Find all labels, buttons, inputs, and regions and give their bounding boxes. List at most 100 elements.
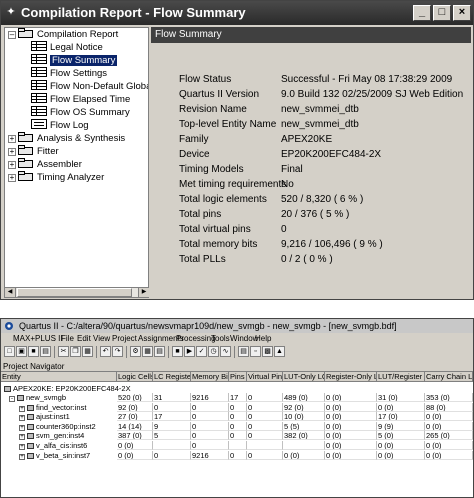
assignment-editor-icon[interactable]: ▤ — [154, 346, 165, 357]
chip-planner-icon[interactable]: ▩ — [262, 346, 273, 357]
table-cell: 382 (0) — [283, 431, 325, 441]
tree-item-label: Assembler — [37, 159, 82, 170]
table-cell: 0 (0) — [325, 421, 377, 431]
column-header-register-only[interactable]: Register-Only LCs — [325, 372, 377, 382]
menu-view[interactable]: View — [93, 333, 110, 345]
table-cell: 0 — [229, 421, 247, 431]
column-header-virtual-pins[interactable]: Virtual Pins — [247, 372, 283, 382]
expand-icon[interactable]: + — [19, 444, 25, 450]
programmer-icon[interactable]: ▲ — [274, 346, 285, 357]
open-file-icon[interactable]: ▣ — [16, 346, 27, 357]
tree-item-fitter[interactable]: Fitter — [18, 145, 59, 158]
table-cell: 92 (0) — [117, 402, 153, 412]
title-bar[interactable]: ✦ Compilation Report - Flow Summary _ □ … — [1, 1, 473, 25]
table-cell: 0 (0) — [325, 450, 377, 460]
analysis-icon[interactable]: ✓ — [196, 346, 207, 357]
compilation-report-window: ✦ Compilation Report - Flow Summary _ □ … — [0, 0, 474, 300]
menu-file[interactable]: File — [61, 333, 74, 345]
cut-icon[interactable]: ✂ — [58, 346, 69, 357]
expand-icon[interactable]: + — [19, 434, 25, 441]
tree-item-timing-analyzer[interactable]: Timing Analyzer — [18, 171, 104, 184]
print-icon[interactable]: ▤ — [40, 346, 51, 357]
table-cell: 0 (0) — [325, 402, 377, 412]
table-row[interactable]: + counter360p:inst2 — [19, 422, 96, 431]
close-button[interactable]: × — [453, 5, 471, 21]
expand-icon[interactable]: + — [19, 415, 25, 422]
device-row[interactable]: APEX20KE: EP20K200EFC484-2X — [4, 384, 131, 393]
table-row[interactable]: - new_svmgb — [9, 393, 66, 402]
compilation-report-icon[interactable]: ▤ — [238, 346, 249, 357]
rtl-viewer-icon[interactable]: ▫ — [250, 346, 261, 357]
maximize-button[interactable]: □ — [433, 5, 451, 21]
settings-icon[interactable]: ⚙ — [130, 346, 141, 357]
new-file-icon[interactable]: □ — [4, 346, 15, 357]
copy-icon[interactable]: ❐ — [70, 346, 81, 357]
expand-icon[interactable]: + — [19, 453, 25, 460]
tree-item-flow-elapsed-time[interactable]: Flow Elapsed Time — [31, 93, 130, 106]
menu-help[interactable]: Help — [255, 333, 271, 345]
menu-tools[interactable]: Tools — [211, 333, 230, 345]
tree-expand-timing[interactable]: + — [8, 174, 16, 182]
tree-root[interactable]: Compilation Report — [18, 28, 118, 41]
collapse-icon[interactable]: - — [9, 396, 15, 402]
column-header-lut-register[interactable]: LUT/Register LCs — [377, 372, 425, 382]
menu-bar: MAX+PLUS II File Edit View Project Assig… — [1, 333, 473, 345]
menu-edit[interactable]: Edit — [77, 333, 91, 345]
title-bar[interactable]: Quartus II - C:/altera/90/quartus/newsvm… — [1, 319, 473, 333]
table-cell: 17 (0) — [377, 412, 425, 422]
column-header-lc-registers[interactable]: LC Registers — [153, 372, 191, 382]
table-cell: 14 (14) — [117, 421, 153, 431]
paste-icon[interactable]: ▦ — [82, 346, 93, 357]
tree-expand-analysis[interactable]: + — [8, 135, 16, 143]
folder-icon — [18, 158, 34, 168]
tree-item-flow-os-summary[interactable]: Flow OS Summary — [31, 106, 130, 119]
table-row[interactable]: + find_vector:inst — [19, 403, 86, 412]
tree-horizontal-scrollbar[interactable]: ◀ ▶ — [4, 287, 149, 298]
tree-item-flow-settings[interactable]: Flow Settings — [31, 67, 107, 80]
quartus-logo-icon — [4, 321, 14, 331]
table-row[interactable]: + v_beta_sin:inst7 — [19, 451, 90, 460]
table-row[interactable]: + ajust:inst1 — [19, 412, 70, 422]
tree-item-flow-log[interactable]: Flow Log — [31, 119, 89, 132]
scroll-left-arrow-icon[interactable]: ◀ — [5, 288, 16, 297]
undo-icon[interactable]: ↶ — [100, 346, 111, 357]
redo-icon[interactable]: ↷ — [112, 346, 123, 357]
scroll-thumb[interactable] — [17, 288, 132, 297]
save-icon[interactable]: ■ — [28, 346, 39, 357]
tree-expand-assembler[interactable]: + — [8, 161, 16, 169]
table-cell — [229, 441, 247, 450]
tree-item-flow-non-default[interactable]: Flow Non-Default Global S — [31, 80, 148, 93]
expand-icon[interactable]: + — [19, 405, 25, 412]
menu-project[interactable]: Project — [112, 333, 137, 345]
flow-summary-panel: Flow Summary Flow Status Successful - Fri… — [151, 27, 471, 297]
table-row[interactable]: + svm_gen:inst4 — [19, 431, 84, 441]
column-header-pins[interactable]: Pins — [229, 372, 247, 382]
table-row[interactable]: + v_alfa_cis:inst6 — [19, 441, 87, 450]
tree-item-legal-notice[interactable]: Legal Notice — [31, 41, 103, 54]
entity-icon — [27, 414, 34, 421]
column-header-logic-cells[interactable]: Logic Cells — [117, 372, 153, 382]
entity-name: v_beta_sin:inst7 — [36, 450, 91, 460]
simulation-icon[interactable]: ∿ — [220, 346, 231, 357]
expand-icon[interactable]: + — [19, 424, 25, 431]
tree-collapse-root[interactable]: – — [8, 31, 16, 39]
tree-item-assembler[interactable]: Assembler — [18, 158, 82, 171]
column-header-memory-bits[interactable]: Memory Bits — [191, 372, 229, 382]
timing-analysis-icon[interactable]: ◷ — [208, 346, 219, 357]
entity-icon — [27, 433, 34, 440]
column-header-lut-only[interactable]: LUT-Only LCs — [283, 372, 325, 382]
menu-maxplus[interactable]: MAX+PLUS II — [13, 333, 63, 345]
column-header-carry-chain[interactable]: Carry Chain LCs — [425, 372, 473, 382]
column-header-entity[interactable]: Entity — [1, 372, 117, 382]
table-cell — [153, 441, 191, 450]
menu-processing[interactable]: Processing — [176, 333, 216, 345]
tree-item-flow-summary[interactable]: Flow Summary — [31, 54, 118, 67]
entity-name: find_vector:inst — [36, 402, 87, 412]
tree-item-analysis-synthesis[interactable]: Analysis & Synthesis — [18, 132, 125, 145]
tree-expand-fitter[interactable]: + — [8, 148, 16, 156]
stop-icon[interactable]: ■ — [172, 346, 183, 357]
pin-planner-icon[interactable]: ▦ — [142, 346, 153, 357]
scroll-right-arrow-icon[interactable]: ▶ — [138, 288, 149, 297]
minimize-button[interactable]: _ — [413, 5, 431, 21]
start-compilation-icon[interactable]: ▶ — [184, 346, 195, 357]
